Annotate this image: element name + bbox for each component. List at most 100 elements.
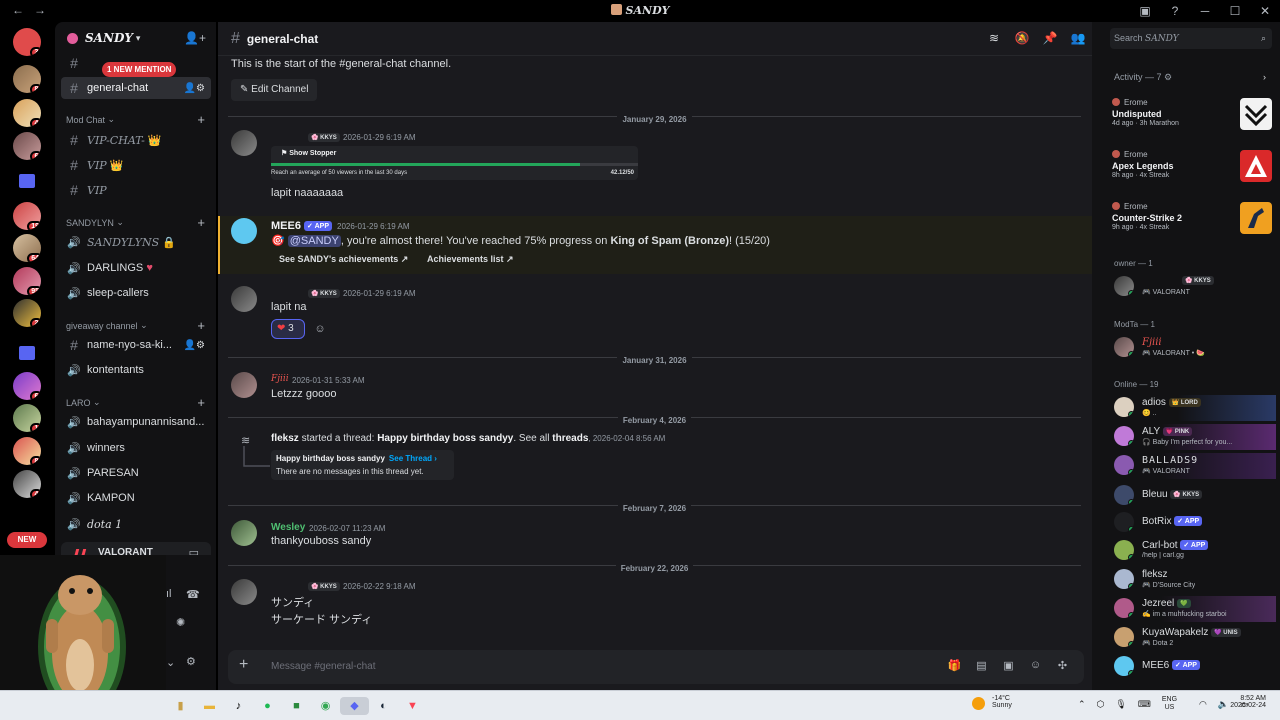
soundboard-icon[interactable]: ✺: [176, 616, 185, 629]
member-list-icon[interactable]: 👥: [1064, 31, 1092, 45]
member-row[interactable]: BALLADS9 🎮 VALORANT: [1112, 453, 1276, 479]
channel-vip-chat[interactable]: # VIP-CHAT- 👑: [61, 129, 211, 151]
member-row[interactable]: Jezreel 💚 ✍ im a muhfucking starboi: [1112, 596, 1276, 622]
chevron-down-icon[interactable]: ⌄: [166, 656, 175, 669]
server-icon[interactable]: 2: [13, 299, 41, 327]
add-channel-icon[interactable]: +: [197, 112, 205, 127]
server-icon[interactable]: 19: [13, 202, 41, 230]
folder-icon[interactable]: [19, 346, 35, 360]
add-channel-icon[interactable]: +: [197, 395, 205, 410]
channel-settings-icon[interactable]: 👤⚙: [184, 83, 205, 94]
channel-settings-icon[interactable]: 👤⚙: [184, 340, 205, 351]
channel-paresan[interactable]: 🔊 PARESAN: [61, 462, 211, 484]
avatar[interactable]: [231, 218, 257, 244]
steam-icon[interactable]: ◐: [369, 697, 398, 715]
avatar[interactable]: [231, 520, 257, 546]
disconnect-icon[interactable]: ☎: [186, 588, 200, 601]
member-row[interactable]: Carl-bot ✓ APP /help | carl.gg: [1112, 538, 1276, 564]
new-mention-pill[interactable]: 1 NEW MENTION: [102, 62, 177, 77]
message-author[interactable]: Fjiii: [271, 374, 289, 384]
member-row[interactable]: BotRix ✓ APP: [1112, 510, 1276, 536]
language-indicator[interactable]: ENG US: [1162, 696, 1188, 712]
achievements-list-button[interactable]: Achievements list ↗: [427, 254, 514, 265]
member-row[interactable]: MEE6 ✓ APP: [1112, 654, 1276, 680]
server-icon[interactable]: 6: [13, 372, 41, 400]
activity-header[interactable]: Activity — 7 ⚙ ›: [1114, 72, 1274, 83]
server-icon[interactable]: 1: [13, 404, 41, 432]
member-row[interactable]: KuyaWapakelz 💜 UNIS 🎮 Dota 2: [1112, 625, 1276, 651]
server-icon[interactable]: 6: [13, 132, 41, 160]
category-laro[interactable]: LARO ⌄ +: [66, 395, 211, 410]
category-mod-chat[interactable]: Mod Chat ⌄ +: [66, 112, 211, 127]
see-achievements-button[interactable]: See SANDY's achievements ↗: [279, 254, 408, 265]
minimize-icon[interactable]: ─: [1190, 4, 1220, 18]
invite-icon[interactable]: 👤+: [184, 31, 206, 45]
spotify-icon[interactable]: ●: [253, 697, 282, 715]
member-row[interactable]: fleksz 🎮 D'Source City: [1112, 567, 1276, 593]
category-giveaway[interactable]: giveaway channel ⌄ +: [66, 318, 211, 333]
channel-sandylyns[interactable]: 🔊 SANDYLYNS 🔒: [61, 231, 211, 253]
discord-icon[interactable]: ◆: [340, 697, 369, 715]
member-row[interactable]: adios 👑 LORD 😊 ..: [1112, 395, 1276, 421]
green-app-icon[interactable]: ■: [282, 697, 311, 715]
message-input[interactable]: Message #general-chat: [271, 661, 376, 672]
folder-icon[interactable]: [19, 174, 35, 188]
file-explorer-icon[interactable]: ▬: [195, 697, 224, 715]
server-icon[interactable]: 8: [13, 65, 41, 93]
volume-icon[interactable]: 🔈: [1218, 699, 1229, 712]
add-attachment-icon[interactable]: +: [239, 656, 248, 674]
activity-card[interactable]: Erome Apex Legends 8h ago · 4x Streak: [1112, 150, 1272, 182]
network-status-icon[interactable]: ⬡: [1097, 699, 1105, 712]
edit-channel-button[interactable]: ✎ Edit Channel: [231, 79, 318, 101]
close-icon[interactable]: ✕: [1250, 4, 1280, 18]
avatar[interactable]: [231, 130, 257, 156]
wifi-icon[interactable]: ◠: [1199, 699, 1207, 712]
channel-kampon[interactable]: 🔊 KAMPON: [61, 487, 211, 509]
channel-sleep-callers[interactable]: 🔊 sleep-callers: [61, 282, 211, 304]
channel-vip-2[interactable]: # VIP: [61, 179, 211, 201]
clock[interactable]: 8:52 AM 2026-02-24: [1230, 695, 1266, 709]
emoji-icon[interactable]: ☺: [1022, 659, 1049, 672]
threads-icon[interactable]: ≋: [980, 31, 1008, 45]
microphone-icon[interactable]: 🎙: [1115, 699, 1126, 712]
chevron-up-icon[interactable]: ⌃: [1078, 699, 1086, 712]
avatar[interactable]: [231, 372, 257, 398]
thread-link[interactable]: Happy birthday boss sandyy: [377, 433, 513, 444]
channel-winners[interactable]: 🔊 winners: [61, 437, 211, 459]
member-modta[interactable]: Fjiii 🎮 VALORANT • 🍉: [1112, 335, 1276, 361]
search-input[interactable]: Search SANDY ⌕: [1110, 28, 1272, 49]
channel-vip[interactable]: # VIP 👑: [61, 154, 211, 176]
message-author[interactable]: Wesley: [271, 522, 305, 533]
valorant-icon[interactable]: ▼: [398, 697, 427, 715]
channel-dota-1[interactable]: 🔊 dota 1: [61, 513, 211, 535]
direct-messages-icon[interactable]: 3: [13, 28, 41, 56]
channel-bahayampunan[interactable]: 🔊 bahayampunannisand...: [61, 411, 211, 433]
inbox-icon[interactable]: ▣: [1130, 4, 1160, 18]
channel-kontentants[interactable]: 🔊 kontentants: [61, 359, 211, 381]
app-icon[interactable]: ▮: [166, 697, 195, 715]
activity-card[interactable]: Erome Undisputed 4d ago · 3h Marathon: [1112, 98, 1272, 130]
avatar[interactable]: [231, 286, 257, 312]
tiktok-icon[interactable]: ♪: [224, 697, 253, 715]
server-icon[interactable]: 64: [13, 234, 41, 262]
threads-link[interactable]: threads: [552, 433, 588, 444]
member-row[interactable]: ALY 💗 PINK 🎧 Baby I'm perfect for you...: [1112, 424, 1276, 450]
help-icon[interactable]: ?: [1160, 4, 1190, 18]
see-thread-link[interactable]: See Thread ›: [389, 454, 437, 463]
channel-darlings[interactable]: 🔊 DARLINGS ♥: [61, 257, 211, 279]
new-unreads-pill[interactable]: NEW: [7, 532, 47, 548]
member-owner[interactable]: 🌸 KKYS 🎮 VALORANT: [1112, 274, 1276, 300]
add-channel-icon[interactable]: +: [197, 215, 205, 230]
server-icon[interactable]: 4: [13, 99, 41, 127]
sticker-icon[interactable]: ▣: [995, 659, 1022, 672]
pin-icon[interactable]: 📌: [1036, 31, 1064, 45]
weather-widget[interactable]: -14°C Sunny: [972, 695, 1012, 710]
category-sandylyn[interactable]: SANDYLYN ⌄ +: [66, 215, 211, 230]
chrome-icon[interactable]: ◉: [311, 697, 340, 715]
server-icon[interactable]: 4: [13, 470, 41, 498]
gift-icon[interactable]: 🎁: [941, 659, 968, 672]
reaction-heart[interactable]: ❤ 3: [271, 319, 305, 339]
apps-icon[interactable]: ✣: [1049, 659, 1076, 672]
avatar[interactable]: [231, 579, 257, 605]
activity-card[interactable]: Erome Counter-Strike 2 9h ago · 4x Strea…: [1112, 202, 1272, 234]
